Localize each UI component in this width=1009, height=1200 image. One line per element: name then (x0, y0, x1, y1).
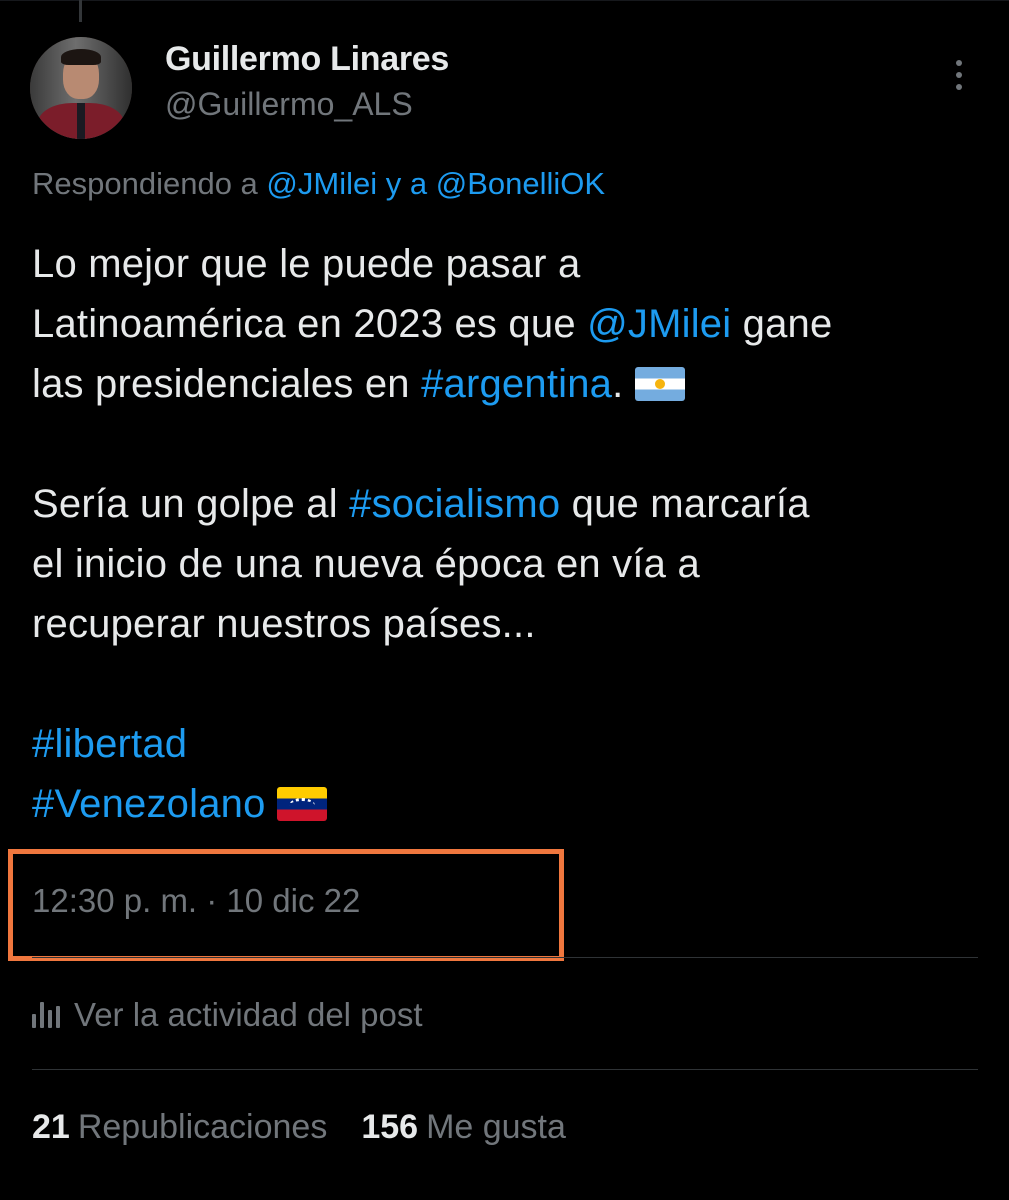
tweet-line: Latinoamérica en 2023 es que @JMilei gan… (32, 294, 982, 354)
bar (32, 1014, 36, 1028)
more-options-icon[interactable] (944, 58, 974, 92)
argentina-flag-icon (634, 367, 685, 401)
tweet-text-segment: las presidenciales en (32, 362, 422, 406)
post-activity-link[interactable]: Ver la actividad del post (32, 996, 423, 1034)
thread-connector-line (79, 0, 82, 22)
hashtag-socialismo[interactable]: #socialismo (349, 482, 560, 526)
more-dot (956, 84, 962, 90)
avatar[interactable] (30, 37, 132, 139)
bar (48, 1010, 52, 1028)
hashtag-argentina[interactable]: #argentina (421, 362, 612, 406)
tweet-line: Sería un golpe al #socialismo que marcar… (32, 474, 982, 534)
flag-sun (654, 379, 665, 389)
reposts-stat[interactable]: 21 Republicaciones (32, 1108, 327, 1147)
tweet-line: el inicio de una nueva época en vía a (32, 534, 982, 594)
reply-prefix: Respondiendo a (32, 166, 258, 201)
tweet-text-segment: recuperar nuestros países... (32, 602, 536, 646)
author-name[interactable]: Guillermo Linares (165, 40, 449, 79)
hashtag-libertad[interactable]: #libertad (32, 722, 187, 766)
hashtag-venezolano[interactable]: #Venezolano (32, 782, 266, 826)
reply-context: Respondiendo a @JMilei y a @BonelliOK (32, 166, 605, 202)
engagement-stats: 21 Republicaciones 156 Me gusta (32, 1108, 566, 1147)
tweet-text-segment: que marcaría (560, 482, 810, 526)
reply-conjunction[interactable]: y a (386, 166, 427, 201)
post-timestamp[interactable]: 12:30 p. m. · 10 dic 22 (32, 882, 360, 920)
likes-label: Me gusta (426, 1108, 566, 1146)
post-activity-label: Ver la actividad del post (74, 996, 423, 1033)
tweet-text-segment: el inicio de una nueva época en vía a (32, 542, 700, 586)
tweet-text-segment: Sería un golpe al (32, 482, 350, 526)
mention-jmilei[interactable]: @JMilei (587, 302, 731, 346)
tweet-text-segment: gane (731, 302, 833, 346)
more-dot (956, 60, 962, 66)
likes-stat[interactable]: 156 Me gusta (361, 1108, 566, 1147)
bar (56, 1006, 60, 1028)
divider (32, 1069, 978, 1070)
more-dot (956, 72, 962, 78)
tweet-line: #libertad (32, 714, 982, 774)
likes-count: 156 (361, 1108, 419, 1146)
tweet-text-segment: . (612, 362, 624, 406)
tweet-text-segment: Latinoamérica en 2023 es que (32, 302, 588, 346)
tweet-line: las presidenciales en #argentina. (32, 354, 982, 414)
reposts-count: 21 (32, 1108, 70, 1146)
author-handle[interactable]: @Guillermo_ALS (165, 86, 413, 123)
reply-mention-jmilei[interactable]: @JMilei (266, 166, 377, 201)
venezuela-flag-icon (276, 787, 327, 821)
tweet-line: recuperar nuestros países... (32, 594, 982, 654)
tweet-line: #Venezolano (32, 774, 982, 834)
avatar-tie (77, 103, 85, 139)
flag-stars (288, 798, 315, 813)
top-divider (0, 0, 1009, 1)
bar (40, 1002, 44, 1028)
reply-mention-bonelliok[interactable]: @BonelliOK (436, 166, 605, 201)
tweet-line: Lo mejor que le puede pasar a (32, 234, 982, 294)
analytics-bars-icon (32, 1002, 60, 1028)
reposts-label: Republicaciones (77, 1108, 328, 1146)
divider (32, 957, 978, 958)
avatar-hair (61, 49, 101, 65)
tweet-text-segment: Lo mejor que le puede pasar a (32, 242, 581, 286)
tweet-body: Lo mejor que le puede pasar a Latinoamér… (32, 234, 982, 834)
